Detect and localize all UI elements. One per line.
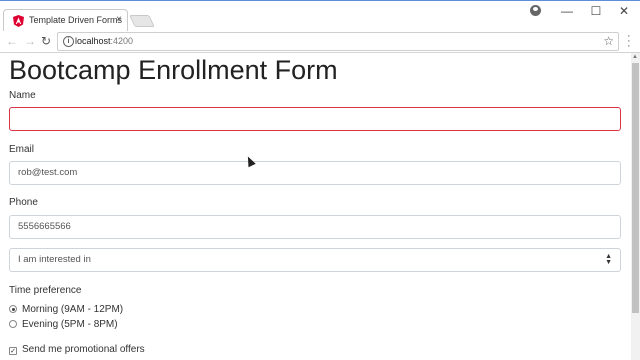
tab-close-icon[interactable]: × <box>116 14 122 25</box>
interest-select-value: I am interested in <box>18 254 91 265</box>
angular-icon <box>13 15 24 27</box>
back-arrow-icon[interactable]: ← <box>6 34 18 48</box>
minimize-button[interactable]: — <box>557 4 577 18</box>
new-tab-button[interactable] <box>129 15 155 27</box>
promo-label: Send me promotional offers <box>22 344 145 355</box>
url-port: :4200 <box>110 36 134 46</box>
phone-label: Phone <box>9 197 38 208</box>
promo-checkbox-row[interactable]: ✓ Send me promotional offers <box>9 344 145 355</box>
reload-icon[interactable]: ↻ <box>41 34 51 48</box>
browser-toolbar: ← → ↻ i localhost:4200 ☆ · · · <box>0 31 640 53</box>
menu-dots-icon[interactable]: · · · <box>627 31 631 52</box>
email-label: Email <box>9 144 35 155</box>
url-host: localhost <box>75 36 111 46</box>
radio-evening-label: Evening (5PM - 8PM) <box>22 319 118 330</box>
radio-morning-label: Morning (9AM - 12PM) <box>22 304 124 315</box>
promo-checkbox[interactable]: ✓ <box>9 347 17 355</box>
scroll-up-arrow-icon[interactable]: ▲ <box>632 54 638 60</box>
address-bar[interactable]: i localhost:4200 ☆ <box>57 32 619 51</box>
profile-icon[interactable] <box>530 5 541 16</box>
radio-evening[interactable]: Evening (5PM - 8PM) <box>9 319 118 330</box>
forward-arrow-icon[interactable]: → <box>24 34 36 48</box>
maximize-button[interactable]: ☐ <box>586 4 606 18</box>
time-preference-label: Time preference <box>9 285 82 296</box>
close-window-button[interactable]: ✕ <box>614 4 634 18</box>
info-icon[interactable]: i <box>63 36 74 47</box>
interest-select[interactable]: I am interested in ▲ ▼ <box>9 248 621 272</box>
radio-morning-button[interactable] <box>9 305 17 313</box>
radio-evening-button[interactable] <box>9 320 17 328</box>
scrollbar-thumb[interactable] <box>632 63 639 313</box>
page-scrollbar[interactable]: ▲ <box>631 53 640 360</box>
page-title: Bootcamp Enrollment Form <box>9 55 338 85</box>
url-text: localhost:4200 <box>75 36 133 46</box>
email-input[interactable]: rob@test.com <box>9 161 621 185</box>
name-input[interactable] <box>9 107 621 131</box>
select-caret-icon: ▲ ▼ <box>605 253 612 266</box>
browser-tab[interactable]: Template Driven Forms × <box>3 9 128 32</box>
phone-input[interactable]: 5556665566 <box>9 215 621 239</box>
page-content: Bootcamp Enrollment Form Name Email rob@… <box>0 53 631 360</box>
radio-morning[interactable]: Morning (9AM - 12PM) <box>9 304 123 315</box>
name-label: Name <box>9 90 36 101</box>
tab-strip: Template Driven Forms × — ☐ ✕ <box>0 0 640 32</box>
bookmark-star-icon[interactable]: ☆ <box>603 34 614 48</box>
tab-title: Template Driven Forms <box>29 15 123 25</box>
